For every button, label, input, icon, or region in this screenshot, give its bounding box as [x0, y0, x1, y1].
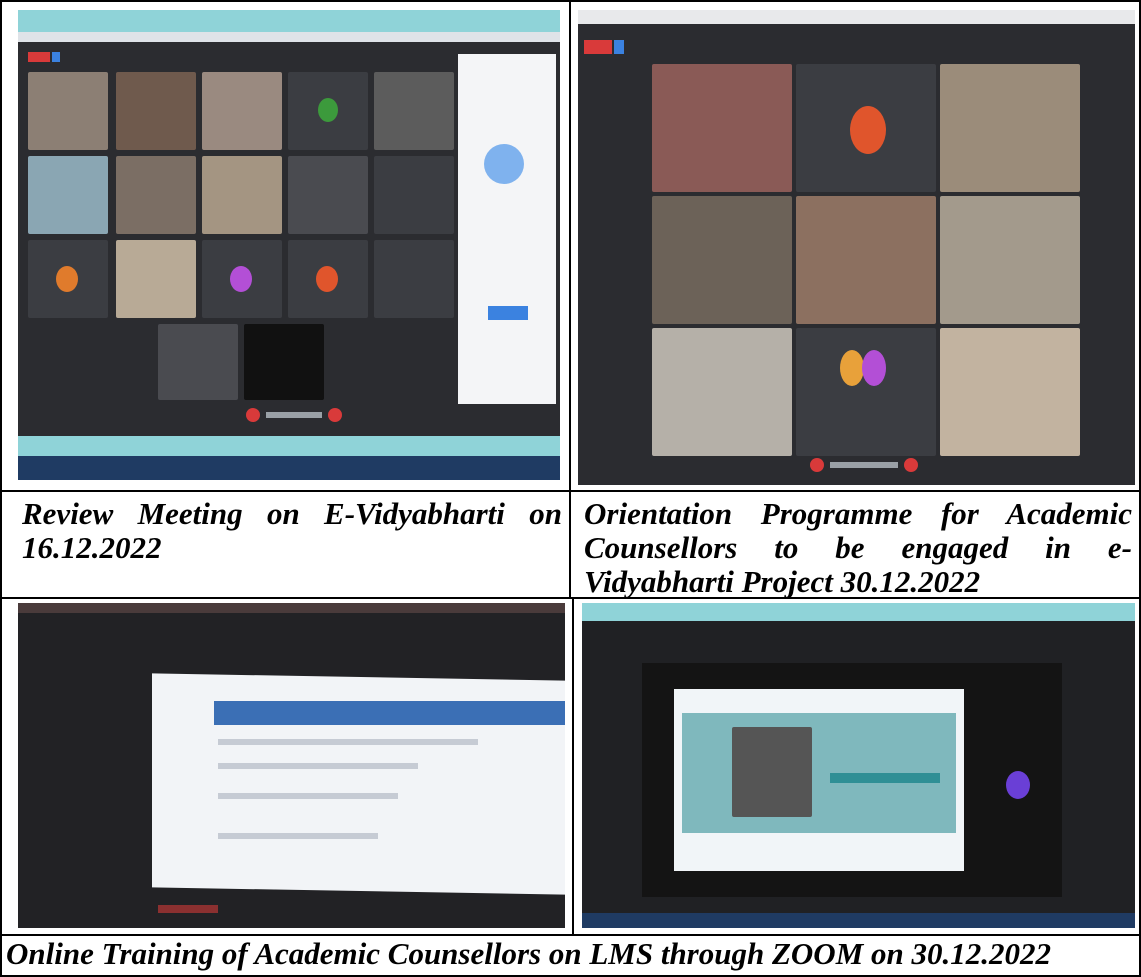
blue-logo: [52, 52, 60, 62]
participant-tile: [28, 156, 108, 234]
participant-tile: [116, 156, 196, 234]
browser-footer: [18, 436, 560, 456]
avatar: [318, 98, 338, 122]
participant-tile: [796, 328, 936, 456]
blue-logo: [614, 40, 624, 54]
participant-tile: [202, 72, 282, 150]
side-panel: [458, 54, 556, 404]
participant-tile: [158, 324, 238, 400]
photo-lms-training-1: [18, 603, 565, 928]
avatar: [1006, 771, 1030, 799]
participant-tile: [652, 196, 792, 324]
address-bar: [18, 32, 560, 42]
table-divider-v-bottom: [572, 597, 574, 935]
end-call-icon: [904, 458, 918, 472]
lms-row: [218, 763, 418, 769]
browser-bar: [582, 603, 1135, 621]
avatar: [56, 266, 78, 292]
participant-tile: [940, 64, 1080, 192]
participant-tile: [28, 72, 108, 150]
participant-tile: [940, 328, 1080, 456]
lms-row: [218, 833, 378, 839]
taskbar: [582, 913, 1135, 928]
browser-bar: [578, 10, 1135, 24]
photo-review-meeting: [18, 10, 560, 480]
photo-orientation-programme: [578, 10, 1135, 485]
avatar: [862, 350, 886, 386]
table-divider-h1: [0, 490, 1141, 492]
participant-tile: [652, 328, 792, 456]
avatar: [230, 266, 252, 292]
participant-tile: [652, 64, 792, 192]
caption-review-meeting: Review Meeting on E-Vidyabharti on 16.12…: [22, 496, 562, 565]
end-call-icon: [246, 408, 260, 422]
side-panel-button: [488, 306, 528, 320]
avatar: [840, 350, 864, 386]
participant-tile: [374, 72, 454, 150]
end-call-icon: [328, 408, 342, 422]
red-logo: [28, 52, 50, 62]
taskbar: [18, 456, 560, 480]
participant-tile: [940, 196, 1080, 324]
title-bar: [18, 603, 565, 613]
caption-orientation-programme: Orientation Programme for Academic Couns…: [584, 496, 1132, 599]
participant-tile: [374, 240, 454, 318]
illustration: [484, 144, 524, 184]
browser-bar: [18, 10, 560, 32]
lms-header: [214, 701, 565, 725]
participant-tile: [288, 156, 368, 234]
lms-photo: [732, 727, 812, 817]
controls: [158, 905, 218, 913]
photo-lms-training-2: [582, 603, 1135, 928]
lms-row: [218, 793, 398, 799]
participant-tile: [202, 156, 282, 234]
participant-tile: [796, 196, 936, 324]
red-logo: [584, 40, 612, 54]
avatar: [850, 106, 886, 154]
caption-lms-training: Online Training of Academic Counsellors …: [6, 936, 1051, 971]
lms-button: [830, 773, 940, 783]
table-border-left: [0, 0, 2, 977]
participant-tile: [116, 240, 196, 318]
participant-tile: [116, 72, 196, 150]
controls: [266, 412, 322, 418]
end-call-icon: [810, 458, 824, 472]
lms-row: [218, 739, 478, 745]
avatar: [316, 266, 338, 292]
controls: [830, 462, 898, 468]
participant-tile: [244, 324, 324, 400]
participant-tile: [374, 156, 454, 234]
table-divider-v-top: [569, 0, 571, 597]
